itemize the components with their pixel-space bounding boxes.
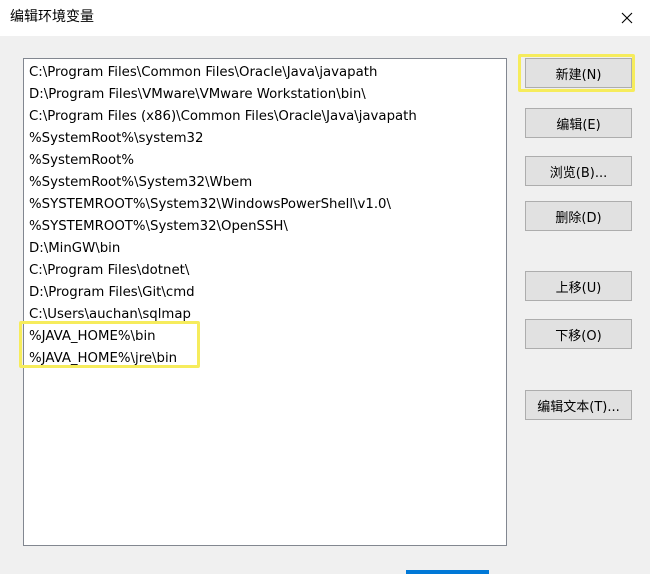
close-button[interactable] [604,0,650,36]
path-list-item[interactable]: %SYSTEMROOT%\System32\WindowsPowerShell\… [24,194,506,216]
new-button[interactable]: 新建(N) [525,58,632,88]
path-list-item[interactable]: C:\Users\auchan\sqlmap [24,304,506,326]
title-bar: 编辑环境变量 [0,0,650,36]
browse-button[interactable]: 浏览(B)... [525,156,632,186]
path-list-item[interactable]: %SystemRoot%\System32\Wbem [24,172,506,194]
path-list-item[interactable]: C:\Program Files\dotnet\ [24,260,506,282]
path-list-item[interactable]: C:\Program Files\Common Files\Oracle\Jav… [24,62,506,84]
edit-button[interactable]: 编辑(E) [525,108,632,138]
path-list-item[interactable]: C:\Program Files (x86)\Common Files\Orac… [24,106,506,128]
path-list-item[interactable]: %JAVA_HOME%\bin [24,326,506,348]
delete-button[interactable]: 删除(D) [525,201,632,231]
close-icon [621,12,633,24]
edit-text-button[interactable]: 编辑文本(T)... [525,390,632,420]
path-list-item[interactable]: D:\Program Files\Git\cmd [24,282,506,304]
move-down-button[interactable]: 下移(O) [525,319,632,349]
path-list[interactable]: C:\Program Files\Common Files\Oracle\Jav… [23,58,507,546]
path-list-items: C:\Program Files\Common Files\Oracle\Jav… [24,59,506,370]
ok-button-edge [406,570,489,574]
path-list-item[interactable]: %SystemRoot% [24,150,506,172]
path-list-item[interactable]: %SystemRoot%\system32 [24,128,506,150]
path-list-item[interactable]: D:\Program Files\VMware\VMware Workstati… [24,84,506,106]
move-up-button[interactable]: 上移(U) [525,271,632,301]
path-list-item[interactable]: D:\MinGW\bin [24,238,506,260]
path-list-item[interactable]: %JAVA_HOME%\jre\bin [24,348,506,370]
window-title: 编辑环境变量 [10,9,94,25]
path-list-item[interactable]: %SYSTEMROOT%\System32\OpenSSH\ [24,216,506,238]
